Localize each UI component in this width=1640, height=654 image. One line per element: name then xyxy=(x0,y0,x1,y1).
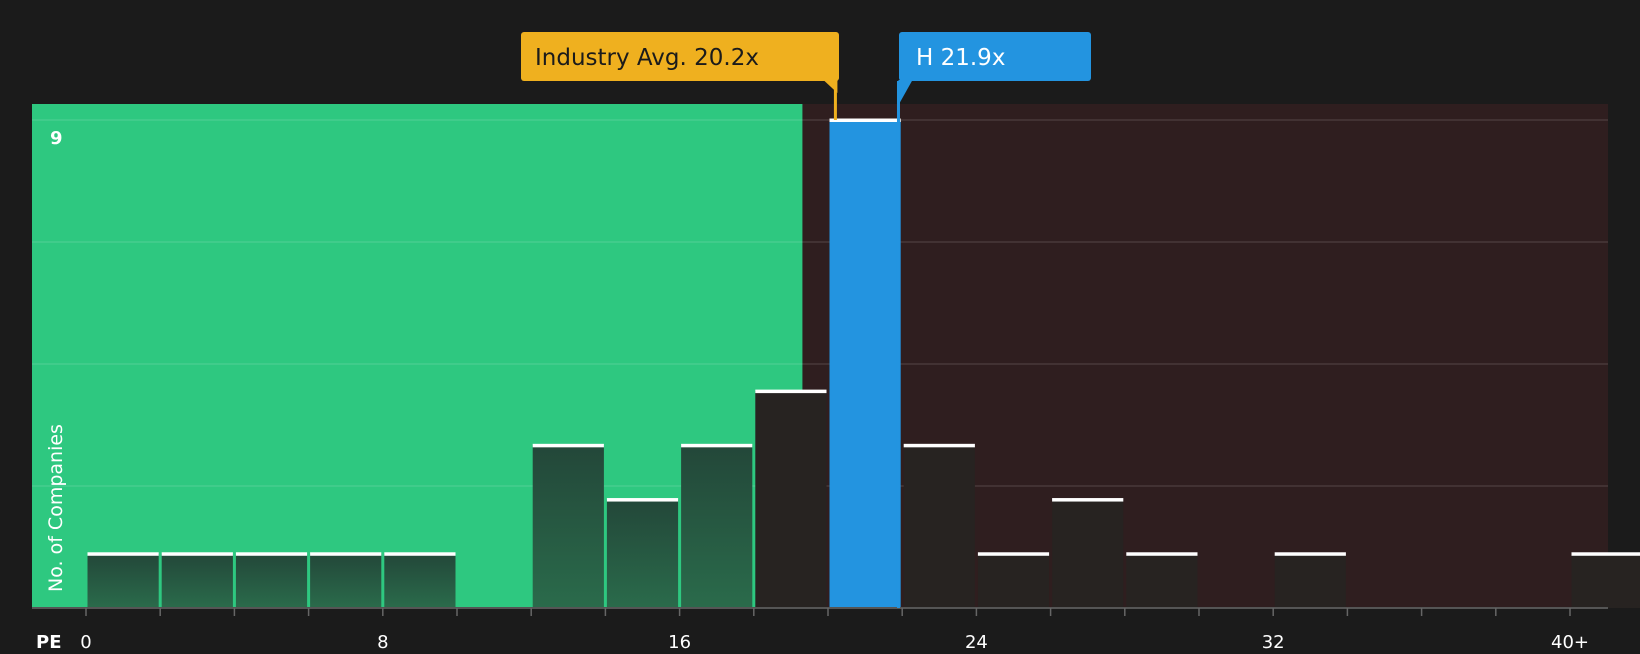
x-tick-label: 16 xyxy=(668,632,691,650)
bar-cap xyxy=(978,552,1049,556)
histogram-bar xyxy=(1052,500,1123,608)
bar-cap xyxy=(88,552,159,556)
bar-cap xyxy=(1126,552,1197,556)
histogram-bar xyxy=(162,554,233,608)
histogram-bar xyxy=(533,445,604,608)
histogram-bar xyxy=(1275,554,1346,608)
histogram-bar xyxy=(978,554,1049,608)
bar-cap xyxy=(162,552,233,556)
x-tick-label: 40+ xyxy=(1551,632,1589,650)
bar-cap xyxy=(607,498,678,502)
histogram-bar xyxy=(1572,554,1640,608)
company-pointer xyxy=(898,80,912,105)
histogram-bar xyxy=(607,500,678,608)
bar-cap xyxy=(904,444,975,448)
x-tick-label: 8 xyxy=(377,632,388,650)
histogram-bar xyxy=(681,445,752,608)
histogram-bar xyxy=(310,554,381,608)
bar-cap xyxy=(310,552,381,556)
histogram-bar xyxy=(755,391,826,608)
histogram-bar xyxy=(1126,554,1197,608)
bar-cap xyxy=(755,390,826,394)
bar-cap xyxy=(533,444,604,448)
x-tick-label: 24 xyxy=(965,632,988,650)
histogram-bar xyxy=(384,554,455,608)
bar-cap xyxy=(830,119,901,123)
highlight-bar xyxy=(830,120,901,608)
histogram-bar xyxy=(88,554,159,608)
industry-avg-label: Industry Avg. 20.2x xyxy=(535,45,759,71)
x-tick-label: 0 xyxy=(80,632,91,650)
bar-cap xyxy=(384,552,455,556)
y-max-label: 9 xyxy=(50,128,63,149)
x-axis-label: PE xyxy=(36,632,62,650)
chart-svg: 0 8 16 24 32 40+ PE 9 No. of Companies Industry … xyxy=(0,0,1640,650)
y-axis-label: No. of Companies xyxy=(45,424,67,592)
histogram-bar xyxy=(904,445,975,608)
bar-cap xyxy=(1275,552,1346,556)
pe-distribution-chart: 0 8 16 24 32 40+ PE 9 No. of Companies Industry … xyxy=(0,0,1640,650)
bar-cap xyxy=(1052,498,1123,502)
bar-cap xyxy=(1572,552,1640,556)
x-tick-label: 32 xyxy=(1262,632,1285,650)
bar-cap xyxy=(236,552,307,556)
bar-cap xyxy=(681,444,752,448)
company-label: H 21.9x xyxy=(916,45,1005,71)
histogram-bar xyxy=(236,554,307,608)
